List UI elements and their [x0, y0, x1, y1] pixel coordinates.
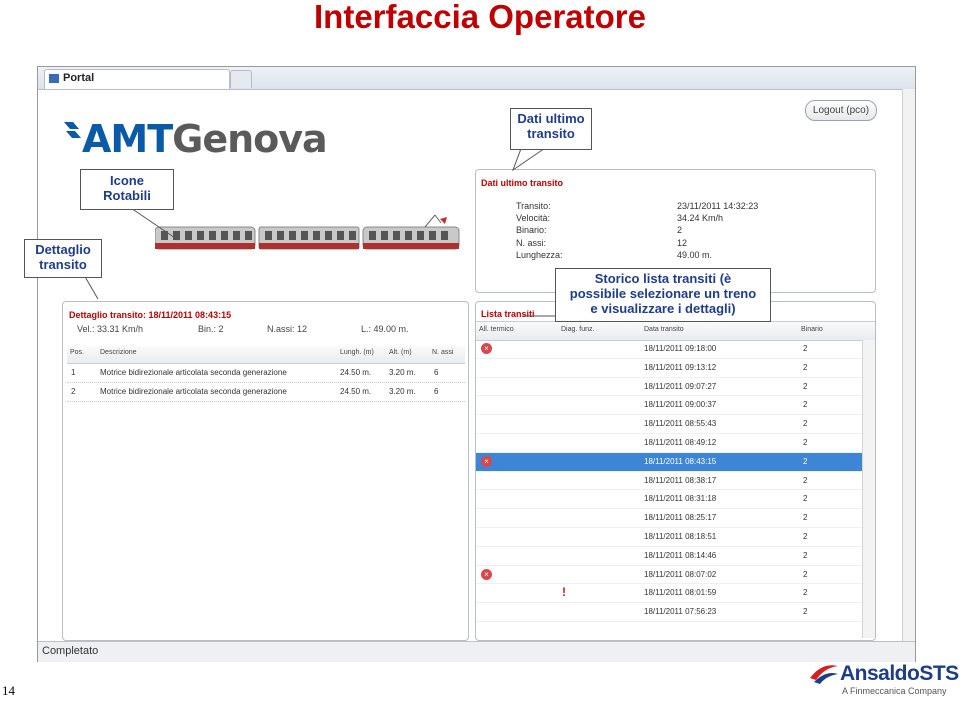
page-number: 14	[2, 683, 15, 698]
callout-history-line2: possibile selezionare un treno	[569, 286, 757, 301]
callout-last-transit-line1: Dati ultimo	[517, 111, 585, 126]
callout-pointers	[83, 145, 563, 317]
callout-history-line3: e visualizzare i dettagli)	[590, 301, 736, 316]
callout-detail-line2: transito	[39, 257, 87, 272]
callout-last-transit: Dati ultimo transito	[510, 108, 592, 150]
callout-detail-line1: Dettaglio	[35, 242, 91, 257]
ansaldo-logo-swoosh-icon	[810, 665, 838, 684]
callout-icons-line2: Rotabili	[103, 188, 151, 203]
callout-detail: Dettaglio transito	[24, 239, 102, 278]
ansaldo-company-name: AnsaldoSTS	[840, 662, 959, 685]
callout-history: Storico lista transiti (è possibile sele…	[555, 268, 771, 322]
callout-history-line1: Storico lista transiti (è	[594, 271, 732, 286]
callout-icons-line1: Icone	[110, 173, 144, 188]
ansaldo-subtitle: A Finmeccanica Company	[842, 686, 947, 696]
callout-icons: Icone Rotabili	[80, 169, 174, 210]
callout-last-transit-line2: transito	[527, 126, 575, 141]
